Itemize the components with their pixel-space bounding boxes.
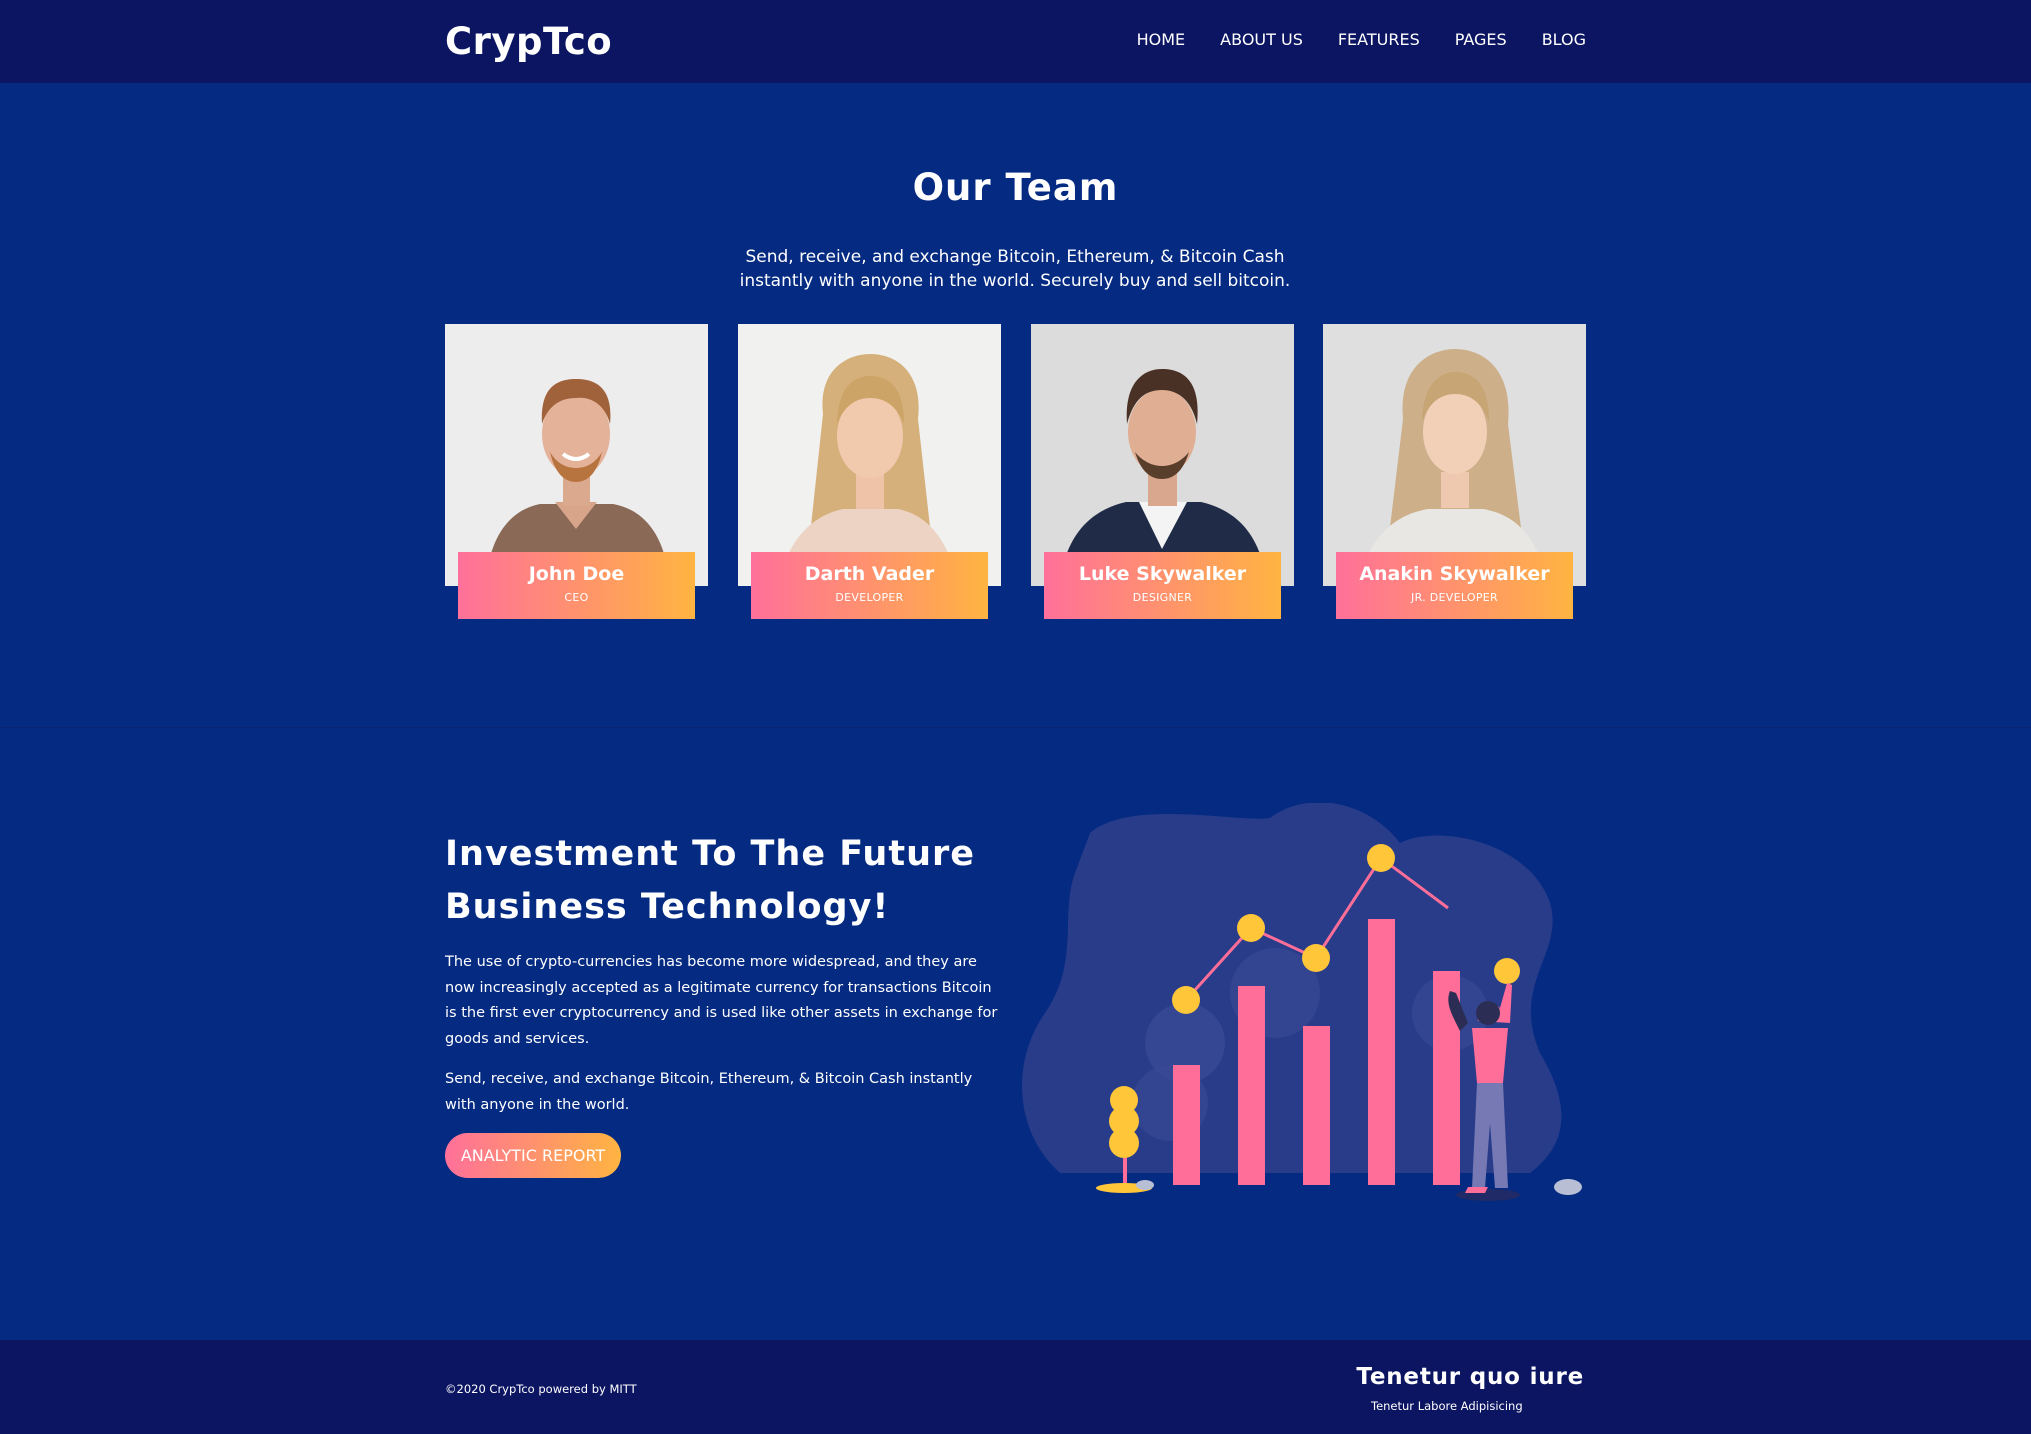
- coin-point: [1237, 914, 1265, 942]
- team-title: Our Team: [912, 166, 1119, 209]
- chart-bar: [1238, 986, 1265, 1185]
- coin-point: [1302, 944, 1330, 972]
- team-card-anakin-skywalker[interactable]: Anakin Skywalker JR. DEVELOPER: [1323, 324, 1586, 619]
- chart-bar: [1303, 1026, 1330, 1185]
- nav-home[interactable]: HOME: [1137, 30, 1186, 49]
- member-name: Darth Vader: [804, 563, 935, 585]
- site-footer: ©2020 CrypTco powered by MITT Tenetur qu…: [0, 1340, 2031, 1434]
- main-nav: HOME ABOUT US FEATURES PAGES BLOG: [1137, 30, 1586, 49]
- team-photo: [1031, 324, 1294, 586]
- member-role: DESIGNER: [1132, 591, 1193, 604]
- nav-features[interactable]: FEATURES: [1338, 30, 1420, 49]
- footer-copyright: ©2020 CrypTco powered by MITT: [445, 1382, 637, 1396]
- member-role: CEO: [564, 591, 589, 604]
- member-role: DEVELOPER: [835, 591, 904, 604]
- investment-paragraph-2: Send, receive, and exchange Bitcoin, Eth…: [445, 1071, 973, 1113]
- coin-point: [1494, 958, 1520, 984]
- team-section: Our Team Send, receive, and exchange Bit…: [0, 83, 2031, 727]
- investment-section: Investment To The Future Business Techno…: [0, 728, 2031, 1340]
- investment-paragraph-1: The use of crypto-currencies has become …: [445, 954, 998, 1047]
- team-card-darth-vader[interactable]: Darth Vader DEVELOPER: [738, 324, 1001, 619]
- nav-about-us[interactable]: ABOUT US: [1220, 30, 1303, 49]
- member-name: Anakin Skywalker: [1359, 563, 1550, 585]
- team-photo: [445, 324, 708, 586]
- team-nameplate: Darth Vader DEVELOPER: [751, 552, 988, 619]
- footer-title: Tenetur quo iure: [1356, 1364, 1584, 1390]
- team-photo: [1323, 324, 1586, 586]
- footer-subtitle: Tenetur Labore Adipisicing: [1371, 1399, 1523, 1413]
- top-navbar: CrypTco HOME ABOUT US FEATURES PAGES BLO…: [0, 0, 2031, 83]
- member-name: Luke Skywalker: [1078, 563, 1247, 585]
- team-subtitle: Send, receive, and exchange Bitcoin, Eth…: [739, 247, 1291, 291]
- chart-bar: [1173, 1065, 1200, 1185]
- team-photo: [738, 324, 1001, 586]
- member-name: John Doe: [528, 563, 625, 585]
- team-nameplate: Luke Skywalker DESIGNER: [1044, 552, 1281, 619]
- site-logo[interactable]: CrypTco: [445, 20, 612, 63]
- coin-point: [1172, 986, 1200, 1014]
- coin-point: [1367, 844, 1395, 872]
- team-nameplate: Anakin Skywalker JR. DEVELOPER: [1336, 552, 1573, 619]
- member-role: JR. DEVELOPER: [1411, 591, 1498, 604]
- analytic-report-button[interactable]: ANALYTIC REPORT: [445, 1133, 621, 1178]
- nav-pages[interactable]: PAGES: [1455, 30, 1507, 49]
- investment-title: Investment To The Future Business Techno…: [445, 834, 975, 927]
- team-card-john-doe[interactable]: John Doe CEO: [445, 324, 708, 619]
- team-nameplate: John Doe CEO: [458, 552, 695, 619]
- growth-chart-illustration: [1020, 802, 1590, 1203]
- nav-blog[interactable]: BLOG: [1542, 30, 1586, 49]
- team-card-luke-skywalker[interactable]: Luke Skywalker DESIGNER: [1031, 324, 1294, 619]
- chart-bar: [1368, 919, 1395, 1185]
